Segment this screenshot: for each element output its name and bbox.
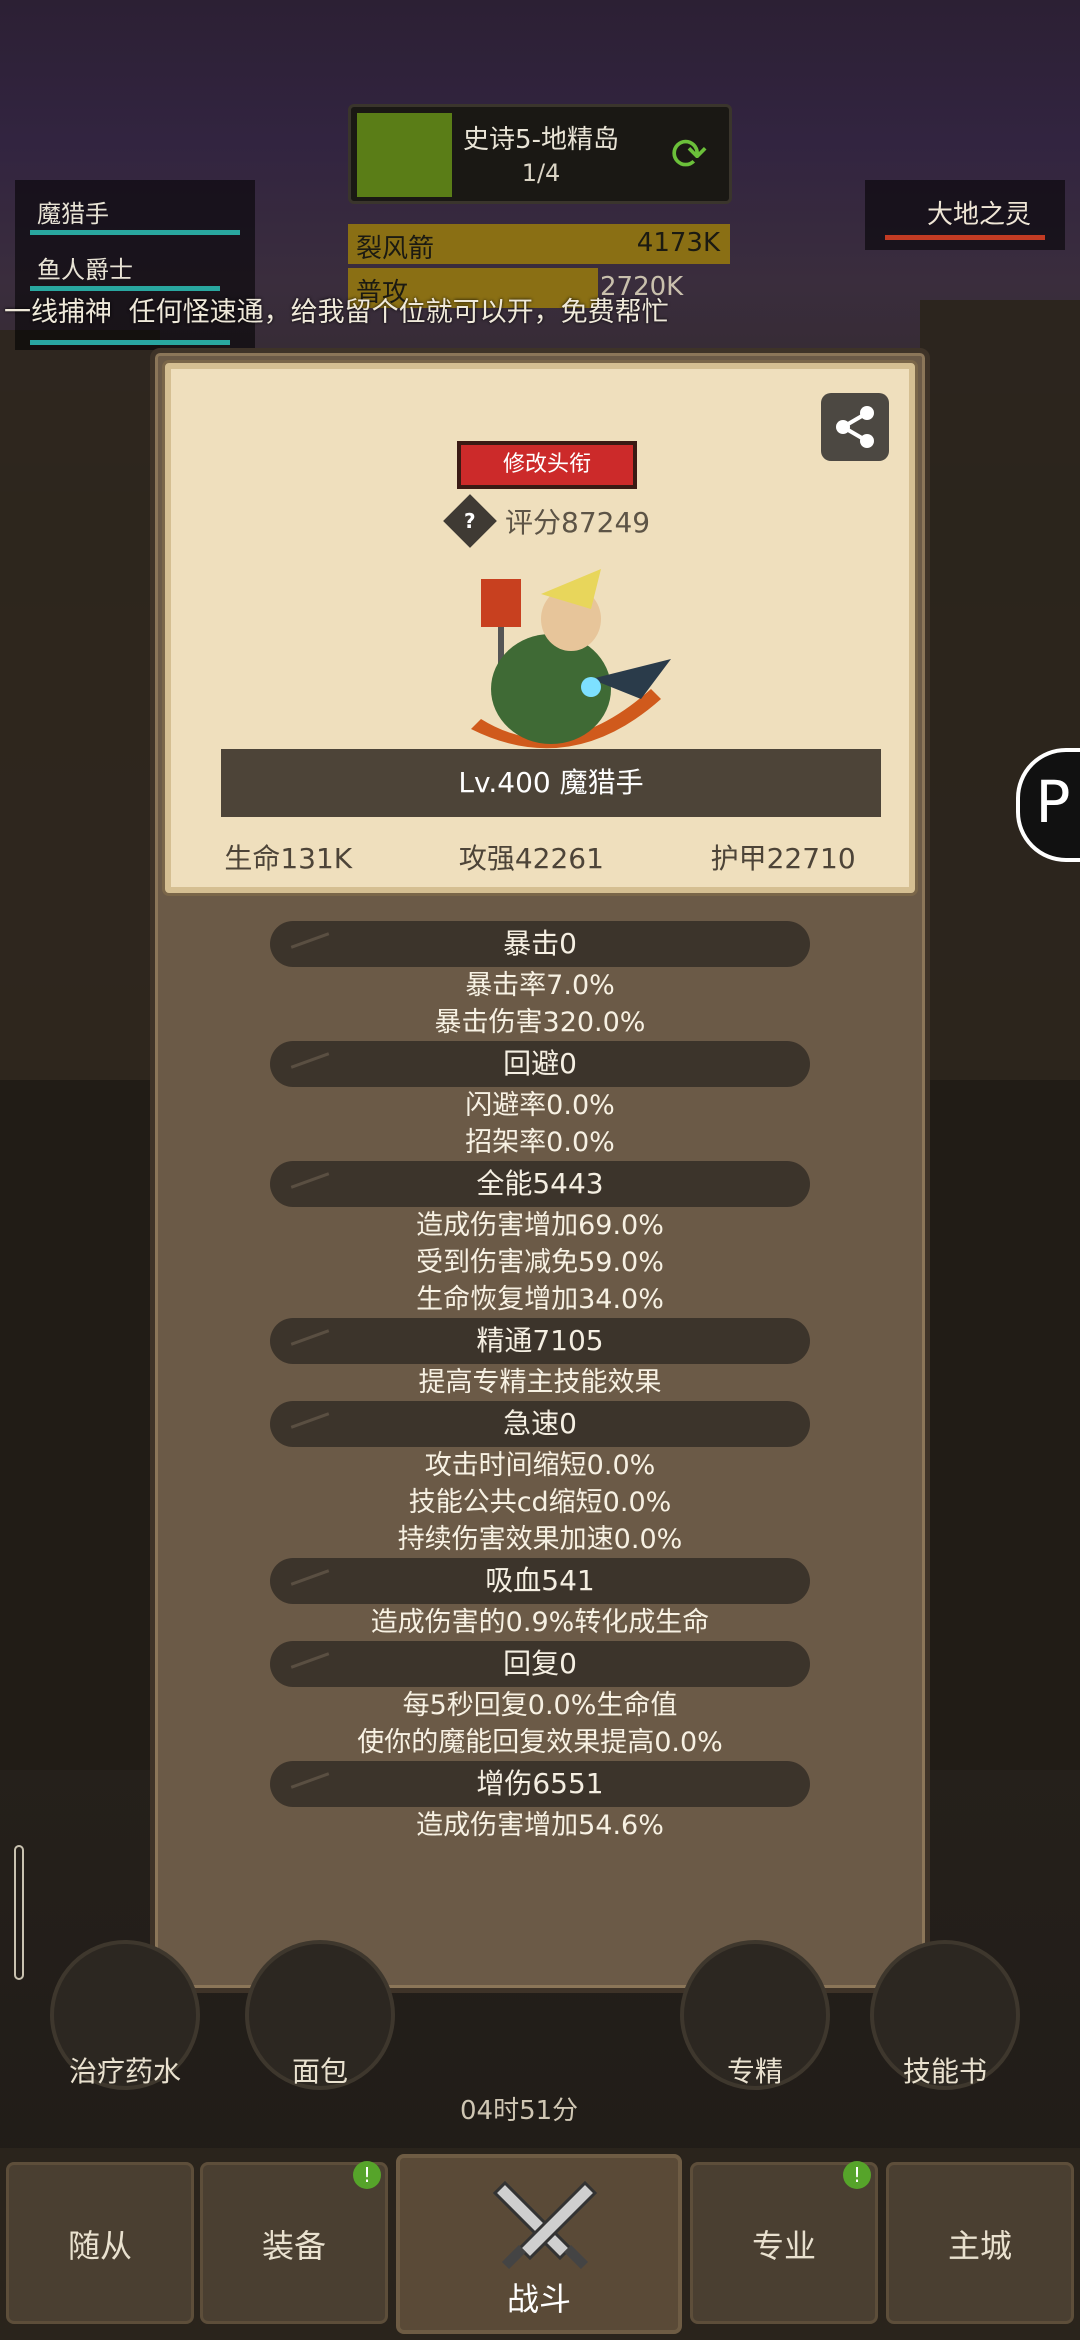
section-header-haste: 急速0 — [270, 1401, 810, 1447]
enemy-name: 大地之灵 — [926, 200, 1031, 230]
stage-header[interactable]: 史诗5-地精岛 1/4 ⟳ — [348, 104, 732, 204]
chat-sender: 一线捕神 — [4, 297, 112, 328]
damage-row: 裂风箭 4173K — [348, 224, 730, 264]
stat-line: 暴击伤害320.0% — [434, 1007, 646, 1038]
basic-stats: 生命131K 攻强42261 护甲22710 — [171, 837, 909, 877]
stat-line: 闪避率0.0% — [465, 1090, 615, 1121]
notification-badge: ! — [843, 2161, 871, 2189]
stat-line: 每5秒回复0.0%生命值 — [402, 1690, 678, 1721]
stat-sections: 暴击0 暴击率7.0% 暴击伤害320.0% 回避0 闪避率0.0% 招架率0.… — [155, 921, 925, 1844]
stat-line: 造成伤害的0.9%转化成生命 — [370, 1607, 710, 1638]
stat-line: 暴击率7.0% — [465, 970, 615, 1001]
consumable-health-potion[interactable]: 治疗药水 — [50, 1940, 200, 2090]
stat-line: 造成伤害增加69.0% — [416, 1210, 664, 1241]
enemy-panel[interactable]: 大地之灵 — [865, 180, 1065, 250]
nav-label: 战斗 — [506, 2280, 571, 2318]
section-header-avoidance: 回避0 — [270, 1041, 810, 1087]
damage-skill: 裂风箭 — [356, 234, 435, 264]
stat-line: 攻击时间缩短0.0% — [424, 1450, 656, 1481]
hp-stat: 生命131K — [224, 842, 353, 875]
stat-line: 招架率0.0% — [465, 1127, 615, 1158]
hero-portrait — [471, 569, 671, 749]
consumable-specialization[interactable]: 专精 — [680, 1940, 830, 2090]
nav-label: 装备 — [261, 2227, 326, 2265]
section-header-damage-bonus: 增伤6551 — [270, 1761, 810, 1807]
consumable-bread[interactable]: 面包 — [245, 1940, 395, 2090]
background-left-structure — [0, 330, 160, 1110]
score-text: 评分87249 — [505, 506, 651, 539]
consumable-skill-book[interactable]: 技能书 — [870, 1940, 1020, 2090]
stat-line: 持续伤害效果加速0.0% — [397, 1524, 683, 1555]
refresh-icon[interactable]: ⟳ — [663, 129, 715, 181]
party-member[interactable]: 鱼人爵士 — [37, 250, 133, 285]
nav-profession[interactable]: 专业 ! — [690, 2161, 878, 2324]
party-member[interactable]: 魔猎手 — [37, 194, 109, 229]
section-header-crit: 暴击0 — [270, 921, 810, 967]
hero-name-bar: Lv.400 魔猎手 — [221, 749, 881, 817]
stat-line: 受到伤害减免59.0% — [416, 1247, 664, 1278]
notification-badge: ! — [353, 2161, 381, 2189]
section-header-versatility: 全能5443 — [270, 1161, 810, 1207]
bottom-nav: 随从 装备 ! 战斗 专业 ! 主城 — [0, 2148, 1080, 2340]
edit-title-button[interactable]: 修改头衔 — [457, 441, 637, 489]
stage-progress-block — [357, 113, 452, 197]
enemy-hp-bar — [885, 235, 1045, 240]
share-button[interactable] — [821, 393, 889, 461]
timer: 04时51分 — [460, 2096, 579, 2126]
hero-card: 修改头衔 ? 评分87249 Lv.400 魔猎手 生命131K 攻强42261… — [165, 363, 915, 893]
stage-count: 1/4 — [521, 159, 561, 187]
party-member-hp-bar — [30, 340, 230, 345]
section-header-mastery: 精通7105 — [270, 1318, 810, 1364]
share-icon — [836, 406, 874, 448]
background-right-structure — [920, 300, 1080, 1080]
crossed-swords-icon — [492, 2180, 598, 2270]
nav-main-city[interactable]: 主城 — [886, 2162, 1074, 2324]
stats-modal: 修改头衔 ? 评分87249 Lv.400 魔猎手 生命131K 攻强42261… — [150, 348, 930, 1993]
chat-message: 一线捕神 任何怪速通，给我留个位就可以开，免费帮忙 — [0, 290, 1080, 329]
attack-stat: 攻强42261 — [458, 842, 604, 875]
section-header-lifesteal: 吸血541 — [270, 1558, 810, 1604]
stat-line: 提高专精主技能效果 — [418, 1367, 662, 1398]
nav-equipment[interactable]: 装备 ! — [200, 2161, 388, 2324]
consumable-label: 技能书 — [902, 2055, 987, 2088]
stat-line: 使你的魔能回复效果提高0.0% — [357, 1727, 723, 1758]
section-header-regen: 回复0 — [270, 1641, 810, 1687]
consumable-label: 治疗药水 — [68, 2055, 181, 2088]
consumable-label: 面包 — [291, 2055, 348, 2088]
stat-line: 造成伤害增加54.6% — [416, 1810, 664, 1841]
nav-followers[interactable]: 随从 — [6, 2162, 194, 2324]
consumable-label: 专精 — [726, 2055, 783, 2088]
stage-title: 史诗5-地精岛 — [463, 125, 619, 155]
chat-text: 任何怪速通，给我留个位就可以开，免费帮忙 — [128, 297, 669, 328]
armor-stat: 护甲22710 — [710, 842, 856, 875]
stat-line: 技能公共cd缩短0.0% — [408, 1487, 672, 1518]
damage-value: 4173K — [636, 228, 720, 258]
score-row: ? 评分87249 — [443, 494, 651, 548]
stat-line: 生命恢复增加34.0% — [416, 1284, 664, 1315]
party-member-hp-bar — [30, 230, 240, 235]
nav-battle[interactable]: 战斗 — [396, 2154, 682, 2334]
nav-label: 专业 — [751, 2227, 816, 2265]
